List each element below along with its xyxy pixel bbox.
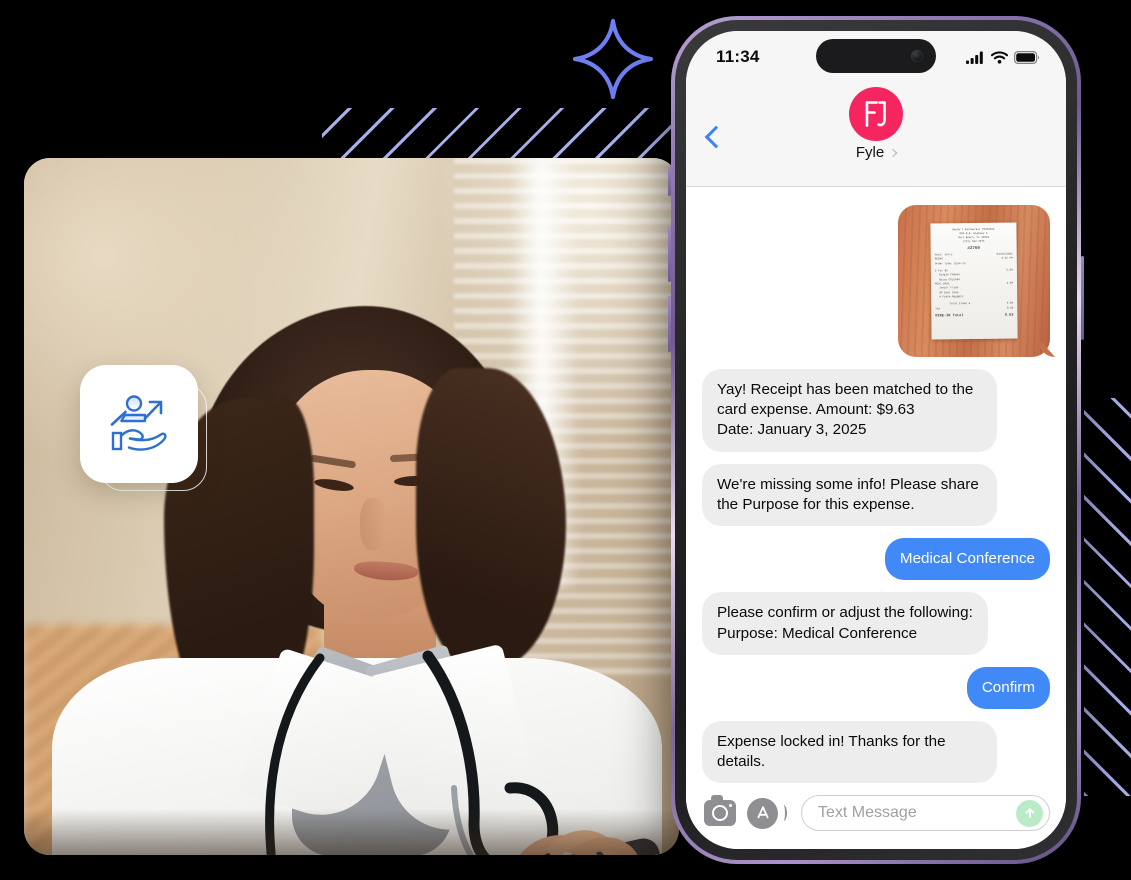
status-time: 11:34 (716, 47, 760, 66)
message-row: Wendy's Restaurant #0003364 890 N.E. Hig… (702, 205, 1050, 357)
receipt-total: 9.63 (1004, 313, 1014, 318)
doctor-figure (24, 158, 679, 855)
contact-header[interactable]: Fyle (686, 87, 1066, 161)
fyle-logo-icon (865, 101, 886, 127)
scene-root: 11:34 Fyle Wendy's Restaurant #0003364 8… (0, 0, 1131, 880)
message-bubble-locked-in[interactable]: Expense locked in! Thanks for the detail… (702, 720, 997, 783)
receipt-order-number: #2769 (967, 246, 980, 251)
message-bubble-confirm-prompt[interactable]: Please confirm or adjust the following: … (702, 592, 988, 655)
camera-icon[interactable] (704, 795, 736, 826)
phone-frame: 11:34 Fyle Wendy's Restaurant #0003364 8… (675, 20, 1077, 860)
app-store-button-wrap[interactable] (747, 797, 787, 829)
message-bubble-confirm-reply[interactable]: Confirm (966, 666, 1050, 709)
power-button[interactable] (1081, 256, 1084, 340)
expense-growth-icon-tile (80, 365, 198, 483)
conversation-nav-bar: Fyle (686, 83, 1066, 187)
four-point-sparkle-icon (572, 18, 654, 100)
message-row: Medical Conference (702, 538, 1050, 581)
signal-bars-icon (966, 51, 983, 64)
message-placeholder: Text Message (818, 804, 917, 821)
volume-down-button[interactable] (668, 296, 671, 352)
photo-bottom-shadow (24, 809, 679, 855)
send-arrow-glyph (1025, 808, 1034, 818)
message-row: Yay! Receipt has been matched to the car… (702, 369, 1050, 452)
stethoscope (265, 650, 559, 855)
front-camera-lens (911, 50, 923, 62)
receipt-order-type: Order Type: Dine-In (934, 261, 966, 266)
receipt-item-price: 5.00 (1006, 268, 1013, 272)
battery-full-icon (1014, 50, 1040, 64)
receipt-time: 3:15 PM (1001, 256, 1013, 261)
message-row: We're missing some info! Please share th… (702, 463, 1050, 527)
volume-up-button[interactable] (668, 226, 671, 282)
message-bubble-missing-info[interactable]: We're missing some info! Please share th… (702, 463, 997, 527)
receipt-tax: 0.63 (1006, 306, 1014, 310)
camera-flash-dot (729, 804, 732, 807)
diagonal-hatch-right (1084, 398, 1131, 796)
send-arrow-up-icon[interactable] (1016, 799, 1043, 827)
message-input-field[interactable]: Text Message (801, 795, 1050, 831)
app-store-wave (780, 805, 787, 821)
avatar[interactable] (849, 87, 903, 141)
mute-switch[interactable] (668, 166, 671, 196)
message-row: Confirm (702, 666, 1050, 709)
status-bar: 11:34 (686, 31, 1066, 83)
message-bubble-purpose-reply[interactable]: Medical Conference (884, 538, 1050, 581)
contact-name: Fyle (855, 144, 885, 161)
message-bubble-matched[interactable]: Yay! Receipt has been matched to the car… (702, 369, 997, 452)
message-row: Expense locked in! Thanks for the detail… (702, 720, 1050, 783)
receipt-wood-background: Wendy's Restaurant #0003364 890 N.E. Hig… (898, 205, 1050, 357)
contact-name-row[interactable]: Fyle (855, 144, 898, 161)
receipt-tax-label: Tax (935, 306, 941, 310)
message-row: Please confirm or adjust the following: … (702, 592, 1050, 655)
receipt-photo-message[interactable]: Wendy's Restaurant #0003364 890 N.E. Hig… (898, 205, 1050, 357)
iphone-mockup: 11:34 Fyle Wendy's Restaurant #0003364 8… (668, 16, 1084, 864)
app-store-icon[interactable] (747, 797, 778, 829)
receipt-paper: Wendy's Restaurant #0003364 890 N.E. Hig… (930, 222, 1018, 340)
dynamic-island (816, 39, 936, 73)
receipt-phone: (772) 562-7876 (962, 239, 985, 244)
receipt-subtotal-label: Total Items 4 (949, 302, 971, 306)
message-thread[interactable]: Wendy's Restaurant #0003364 890 N.E. Hig… (686, 187, 1066, 783)
hand-holding-person-growth-icon (110, 395, 167, 451)
doctor-photo-card (24, 158, 679, 855)
app-store-glyph (757, 806, 768, 819)
message-input-bar: Text Message (686, 783, 1066, 849)
receipt-item-price: 4.00 (1006, 281, 1014, 285)
wifi-icon (991, 50, 1008, 64)
status-indicators (966, 50, 1040, 64)
receipt-total-label: DINE-IN Total (935, 313, 964, 319)
phone-screen: 11:34 Fyle Wendy's Restaurant #0003364 8… (686, 31, 1066, 849)
chevron-right-icon (888, 148, 898, 157)
